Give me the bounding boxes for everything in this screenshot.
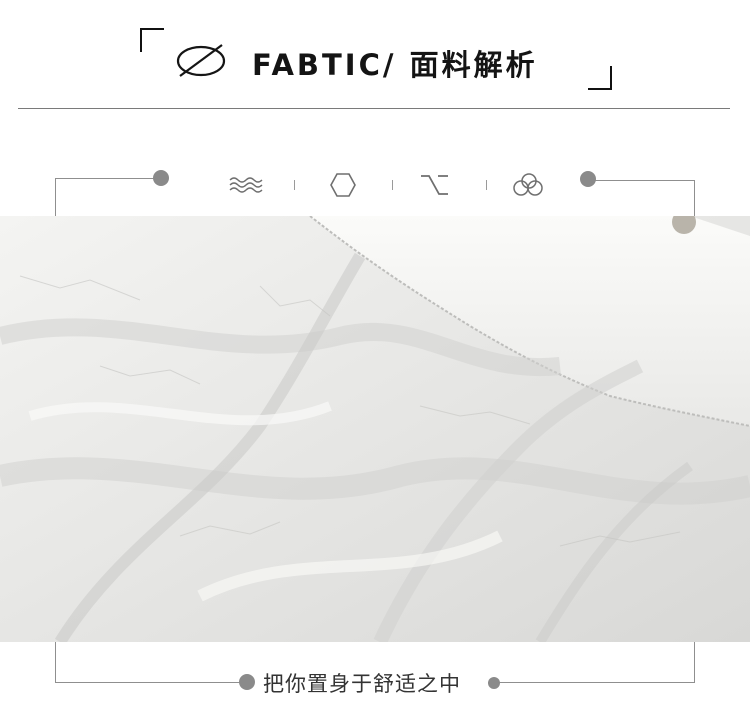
feature-icons: [224, 170, 554, 200]
frame-dot-top-right: [580, 171, 596, 187]
page-title: FABTIC/ 面料解析: [252, 48, 538, 82]
frame-dot-top-left: [153, 170, 169, 186]
fabric-photo-drawing: [0, 216, 750, 642]
hexagon-icon: [330, 173, 356, 197]
frame-dot-bottom-right: [488, 677, 500, 689]
icon-separator: [392, 180, 393, 190]
header-corner-bottom-right: [588, 66, 612, 90]
option-key-icon: [421, 175, 448, 195]
frame-top-right-line: [589, 180, 695, 181]
caption-text: 把你置身于舒适之中: [263, 672, 461, 696]
frame-bottom-right-line: [494, 682, 695, 683]
frame-dot-bottom-left: [239, 674, 255, 690]
frame-top-left-line: [55, 178, 161, 179]
icon-separator: [294, 180, 295, 190]
wave-icon: [229, 177, 263, 193]
fabric-symbol-icon: [176, 44, 226, 77]
fabric-photo: [0, 216, 750, 642]
header-corner-top-left: [140, 28, 164, 52]
frame-bottom-left-line: [55, 682, 247, 683]
cloud-icon: [513, 173, 543, 196]
icon-separator: [486, 180, 487, 190]
header-divider: [18, 108, 730, 109]
